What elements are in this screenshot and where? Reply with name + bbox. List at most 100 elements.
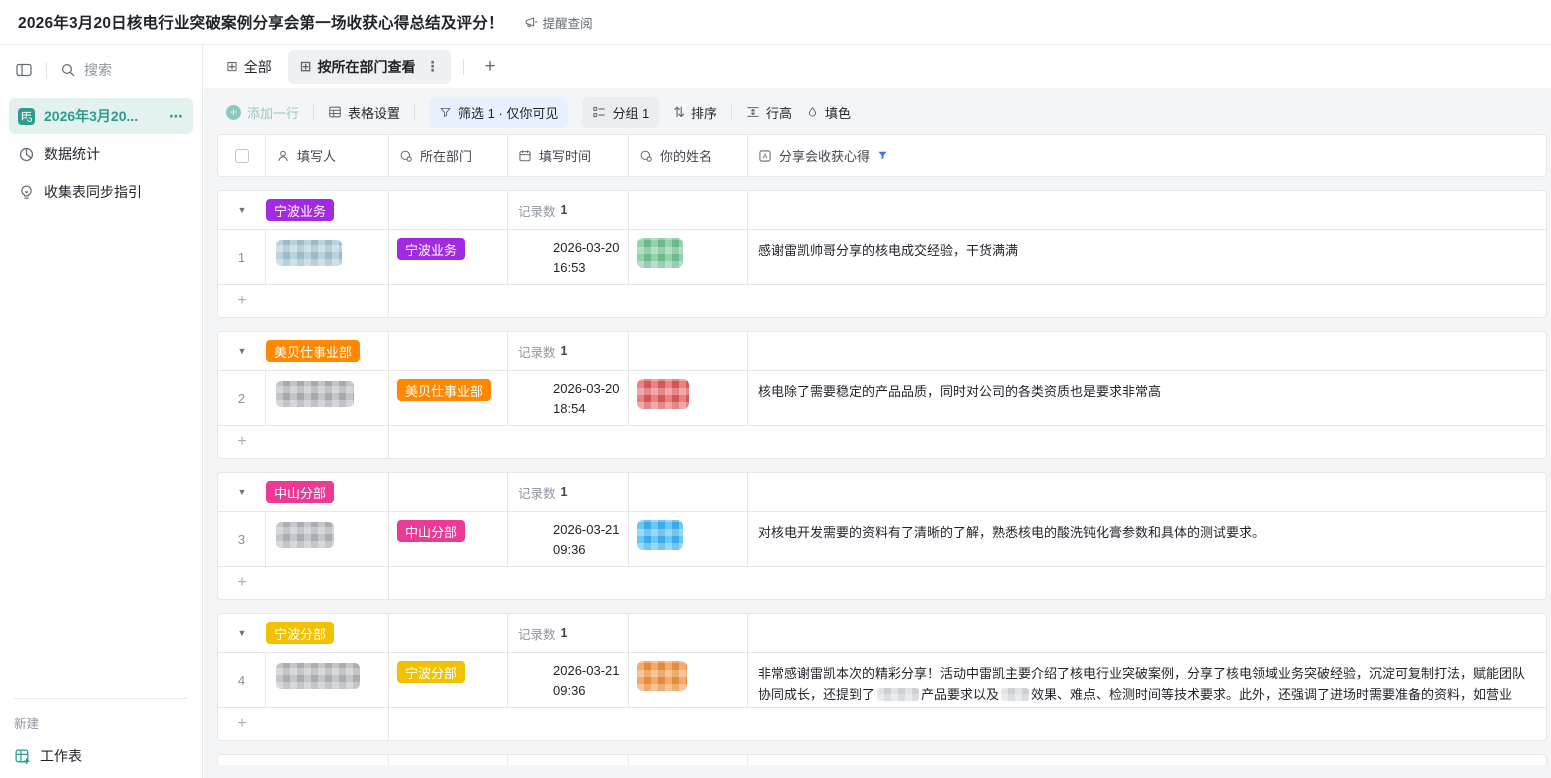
add-row-button[interactable]: + (218, 425, 1546, 458)
remind-review-label: 提醒查阅 (543, 13, 593, 32)
search-icon (60, 62, 76, 78)
add-row-button[interactable]: + (218, 566, 1546, 599)
tab-by-department[interactable]: ⊞ 按所在部门查看 ⋮ (288, 50, 452, 84)
sidebar-item-form-table[interactable]: 2026年3月20... ⋯ (9, 98, 193, 134)
group-cell-empty (748, 755, 1546, 765)
sidebar: 搜索 2026年3月20... ⋯ 数据统计 (0, 45, 203, 778)
tab-menu-icon[interactable]: ⋮ (425, 58, 439, 75)
department-cell[interactable]: 宁波业务 (389, 230, 508, 285)
department-badge: 宁波业务 (397, 238, 465, 260)
note-cell[interactable]: 对核电开发需要的资料有了清晰的了解，熟悉核电的酸洗钝化膏参数和具体的测试要求。 (748, 512, 1546, 567)
collapse-triangle-icon[interactable]: ▼ (218, 346, 266, 356)
sidebar-item-sync-guide[interactable]: 收集表同步指引 (9, 174, 193, 210)
filler-cell[interactable] (266, 653, 389, 708)
collapse-triangle-icon[interactable]: ▼ (218, 487, 266, 497)
redacted-avatar (637, 379, 689, 409)
department-badge: 美贝仕事业部 (397, 379, 491, 401)
remind-review-button[interactable]: 提醒查阅 (524, 13, 593, 32)
department-cell[interactable]: 中山分部 (389, 512, 508, 567)
add-view-button[interactable]: + (476, 56, 503, 78)
table-row[interactable]: 1 宁波业务 2026-03-20 16:53 感谢雷凯帅哥分享的核电成交经验，… (218, 229, 1546, 284)
table-settings-label: 表格设置 (348, 103, 400, 122)
column-header-fill-time[interactable]: 填写时间 (508, 135, 629, 176)
fill-time-cell[interactable]: 2026-03-21 09:36 (508, 653, 629, 708)
fill-time-cell[interactable]: 2026-03-20 18:54 (508, 371, 629, 426)
your-name-cell[interactable] (629, 371, 748, 426)
your-name-cell[interactable] (629, 653, 748, 708)
collapse-triangle-icon[interactable]: ▼ (218, 628, 266, 638)
group-cell-empty (389, 473, 508, 511)
group-record-count-label: 记录数 (518, 765, 556, 766)
table-header-row: 填写人 所在部门 填写时间 (217, 134, 1547, 177)
add-row-button[interactable]: + (218, 707, 1546, 740)
column-header-your-name[interactable]: 你的姓名 (629, 135, 748, 176)
group-cell-empty (389, 191, 508, 229)
note-cell[interactable]: 核电除了需要稳定的产品品质，同时对公司的各类资质也是要求非常高 (748, 371, 1546, 426)
department-cell[interactable]: 宁波分部 (389, 653, 508, 708)
megaphone-icon (524, 15, 538, 29)
row-number[interactable]: 1 (218, 230, 266, 285)
group-cell-empty (748, 614, 1546, 652)
search-input[interactable]: 搜索 (60, 60, 112, 80)
your-name-cell[interactable] (629, 230, 748, 285)
add-row-button[interactable]: + (218, 284, 1546, 317)
table-row[interactable]: 2 美贝仕事业部 2026-03-20 18:54 核电除了需要稳定的产品品质，… (218, 370, 1546, 425)
page-title: 2026年3月20日核电行业突破案例分享会第一场收获心得总结及评分！ (18, 11, 504, 33)
plus-icon: + (218, 574, 266, 592)
row-number[interactable]: 4 (218, 653, 266, 708)
group-button[interactable]: 分组 1 (582, 97, 659, 128)
your-name-cell[interactable] (629, 512, 748, 567)
column-header-department[interactable]: 所在部门 (389, 135, 508, 176)
paint-drop-icon (806, 106, 819, 119)
collapse-triangle-icon[interactable]: ▼ (218, 205, 266, 215)
fill-time-cell[interactable]: 2026-03-20 16:53 (508, 230, 629, 285)
column-header-notes[interactable]: A 分享会收获心得 (748, 135, 1546, 176)
tab-all[interactable]: ⊞ 全部 (214, 50, 284, 84)
filler-cell[interactable] (266, 371, 389, 426)
plus-circle-icon: + (226, 105, 241, 120)
filler-cell[interactable] (266, 230, 389, 285)
view-tabbar: ⊞ 全部 ⊞ 按所在部门查看 ⋮ + (204, 45, 1551, 88)
note-cell[interactable]: 感谢雷凯帅哥分享的核电成交经验，干货满满 (748, 230, 1546, 285)
group-cell-empty (629, 191, 748, 229)
divider (46, 62, 47, 78)
new-section-label: 新建 (14, 713, 188, 732)
new-worksheet-button[interactable]: 工作表 (14, 746, 188, 768)
group-badge: 宁波业务 (266, 199, 334, 221)
filler-cell[interactable] (266, 512, 389, 567)
table-settings-button[interactable]: 表格设置 (328, 103, 400, 122)
sort-button[interactable]: ⇅ 排序 (673, 103, 717, 122)
note-cell[interactable]: 非常感谢雷凯本次的精彩分享！活动中雷凯主要介绍了核电行业突破案例，分享了核电领域… (748, 653, 1546, 708)
filter-button[interactable]: 筛选 1 · 仅你可见 (429, 97, 568, 128)
redacted-avatar (637, 661, 687, 691)
fill-time: 18:54 (553, 399, 586, 419)
sidebar-toggle-icon[interactable] (15, 61, 33, 79)
select-all-checkbox[interactable] (235, 149, 249, 163)
groups-host: ▼ 宁波业务 记录数 1 1 宁波业务 2026-03-20 16:53 (217, 190, 1547, 765)
group-cell-empty (629, 473, 748, 511)
grid-view-icon: ⊞ (226, 58, 238, 75)
redacted-name (276, 240, 342, 266)
column-header-filler[interactable]: 填写人 (266, 135, 389, 176)
group-block: ▼ 宁波分部 记录数 1 4 宁波分部 2026-03-21 09:36 (217, 613, 1547, 741)
sort-arrows-icon: ⇅ (673, 105, 685, 119)
table-row[interactable]: 4 宁波分部 2026-03-21 09:36 非常感谢雷凯本次的精彩分享！活动… (218, 652, 1546, 707)
sidebar-item-statistics[interactable]: 数据统计 (9, 136, 193, 172)
table-row[interactable]: 3 中山分部 2026-03-21 09:36 对核电开发需要的资料有了清晰的了… (218, 511, 1546, 566)
row-height-button[interactable]: 行高 (746, 103, 792, 122)
plus-icon: + (218, 715, 266, 733)
select-all-cell[interactable] (218, 135, 266, 176)
fill-color-button[interactable]: 填色 (806, 103, 851, 122)
group-record-count-label: 记录数 (518, 201, 556, 220)
pie-chart-icon (18, 146, 35, 163)
redacted-avatar (637, 238, 683, 268)
row-number[interactable]: 3 (218, 512, 266, 567)
fill-time-cell[interactable]: 2026-03-21 09:36 (508, 512, 629, 567)
group-cell-empty (748, 332, 1546, 370)
row-number[interactable]: 2 (218, 371, 266, 426)
fill-time: 09:36 (553, 681, 586, 701)
department-cell[interactable]: 美贝仕事业部 (389, 371, 508, 426)
more-icon[interactable]: ⋯ (169, 108, 184, 125)
group-header-row: ▼ 美贝仕事业部 记录数 1 (218, 332, 1546, 370)
add-row-toolbar-button[interactable]: + 添加一行 (226, 103, 299, 122)
